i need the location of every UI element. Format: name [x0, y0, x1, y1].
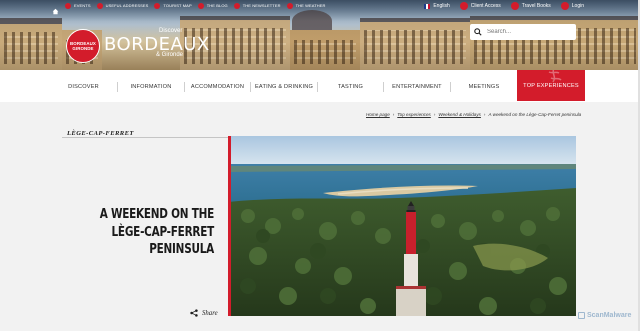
- location-label: LÈGE-CAP-FERRET: [67, 130, 134, 137]
- logo-gironde: & Gironde: [156, 52, 184, 58]
- weather-icon: [286, 2, 293, 9]
- client-access-label: Client Access: [470, 3, 501, 9]
- login-link[interactable]: Login: [560, 2, 584, 10]
- page-title: A WEEKEND ON THE LÈGE-CAP-FERRET PENINSU…: [99, 207, 215, 257]
- top-utility-bar: EVENTS USEFUL ADDRESSES TOURIST MAP THE …: [0, 0, 640, 15]
- language-selector[interactable]: English: [424, 3, 450, 9]
- breadcrumb-top-experiences[interactable]: Top experiences: [397, 112, 431, 117]
- client-access-link[interactable]: Client Access: [459, 2, 501, 10]
- share-button[interactable]: Share: [190, 309, 218, 317]
- nav-entertainment[interactable]: ENTERTAINMENT: [384, 82, 451, 92]
- search-box[interactable]: [470, 24, 576, 40]
- watermark-label: ScanMalware: [587, 312, 632, 319]
- pin-icon: [96, 2, 103, 9]
- nav-discover[interactable]: DISCOVER: [50, 82, 118, 92]
- breadcrumb-current: A weekend on the Lège-Cap-Ferret peninsu…: [488, 112, 582, 117]
- breadcrumb-home[interactable]: Home page: [366, 112, 390, 117]
- travel-books-label: Travel Books: [521, 3, 551, 9]
- language-label: English: [433, 3, 450, 9]
- topbar-blog[interactable]: THE BLOG: [197, 2, 228, 9]
- topbar-weather[interactable]: THE WEATHER: [286, 2, 326, 9]
- watermark: ScanMalware: [578, 312, 631, 319]
- divider: [62, 137, 228, 138]
- topbar-weather-label: THE WEATHER: [295, 3, 326, 8]
- power-icon: [560, 2, 569, 10]
- breadcrumb-weekend-holidays[interactable]: Weekend & Holidays: [438, 112, 481, 117]
- book-icon: [510, 2, 519, 10]
- breadcrumb: Home page › Top experiences › Weekend & …: [366, 112, 581, 117]
- logo-line2: GIRONDE: [72, 46, 94, 51]
- nav-tasting[interactable]: TASTING: [318, 82, 384, 92]
- topbar-blog-label: THE BLOG: [206, 3, 228, 8]
- topbar-map-label: TOURIST MAP: [163, 3, 192, 8]
- search-icon[interactable]: [474, 28, 482, 36]
- login-label: Login: [571, 3, 584, 9]
- hero-photo: [228, 136, 576, 316]
- nav-information[interactable]: INFORMATION: [118, 82, 185, 92]
- topbar-useful-addresses[interactable]: USEFUL ADDRESSES: [96, 2, 149, 9]
- search-input[interactable]: [487, 29, 567, 35]
- topbar-addresses-label: USEFUL ADDRESSES: [105, 3, 149, 8]
- chevron-right-icon: ›: [433, 112, 436, 117]
- chevron-right-icon: ›: [392, 112, 395, 117]
- accent-bar: [228, 136, 231, 316]
- map-icon: [154, 2, 161, 9]
- mail-icon: [233, 2, 240, 9]
- nav-top-experiences[interactable]: TOP EXPERIENCES: [517, 70, 585, 101]
- travel-books-link[interactable]: Travel Books: [510, 2, 551, 10]
- flag-icon: [424, 3, 431, 9]
- topbar-events[interactable]: EVENTS: [65, 2, 91, 9]
- nav-eating-drinking[interactable]: EATING & DRINKING: [251, 82, 318, 92]
- share-icon: [190, 309, 198, 317]
- nav-top-experiences-label: TOP EXPERIENCES: [523, 82, 579, 89]
- home-icon[interactable]: [52, 2, 59, 15]
- topbar-newsletter-label: THE NEWSLETTER: [242, 3, 281, 8]
- user-icon: [459, 2, 468, 10]
- topbar-tourist-map[interactable]: TOURIST MAP: [154, 2, 192, 9]
- nav-accommodation[interactable]: ACCOMMODATION: [185, 82, 251, 92]
- lighthouse-aerial-image: [228, 136, 576, 316]
- blog-icon: [197, 2, 204, 9]
- calendar-icon: [65, 2, 71, 9]
- chevron-right-icon: ›: [483, 112, 486, 117]
- shield-icon: [578, 312, 585, 319]
- share-label: Share: [202, 309, 218, 317]
- site-logo[interactable]: BORDEAUX GIRONDE: [66, 29, 100, 63]
- topbar-newsletter[interactable]: THE NEWSLETTER: [233, 2, 281, 9]
- topbar-events-label: EVENTS: [74, 3, 91, 8]
- nav-meetings[interactable]: MEETINGS: [451, 82, 517, 92]
